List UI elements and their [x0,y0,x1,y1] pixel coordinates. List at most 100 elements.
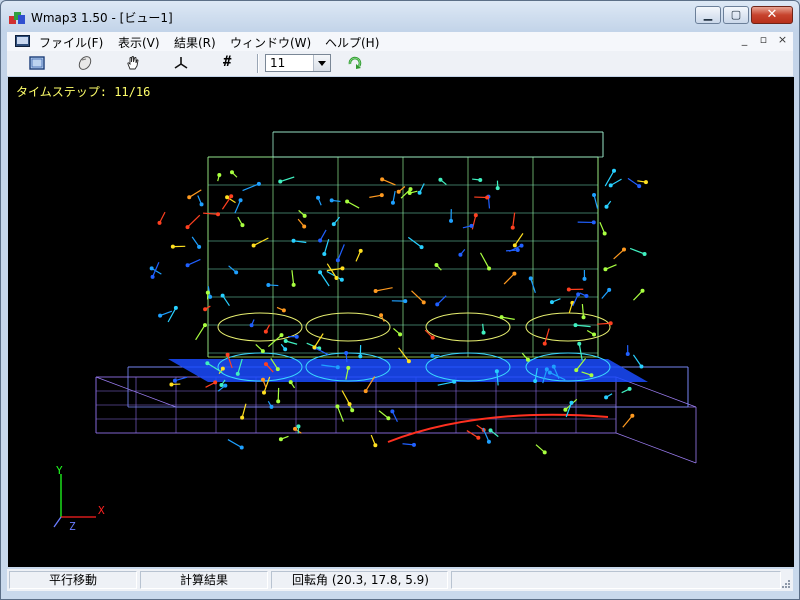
velocity-vector-head [205,290,210,295]
mdi-close-button[interactable]: × [774,33,791,48]
velocity-vector [187,214,201,228]
velocity-vector-head [602,231,607,236]
velocity-vector-head [591,220,596,225]
velocity-vector-head [344,351,349,356]
3d-viewport[interactable]: タイムステップ: 11/16 Y X Z [8,77,794,567]
menu-window[interactable]: ウィンドウ(W) [230,34,311,51]
velocity-vector [514,233,524,246]
velocity-vector-head [302,224,307,229]
velocity-vector-head [637,184,642,189]
menu-file[interactable]: ファイル(F) [39,34,103,51]
status-empty [451,571,781,589]
minimize-button[interactable]: ▁ [695,6,721,24]
mdi-minimize-button[interactable]: _ [736,33,753,48]
velocity-vector-head [235,371,240,376]
velocity-vector-head [582,276,587,281]
velocity-vector-head [350,408,355,413]
velocity-vector-head [358,248,363,253]
velocity-vector-head [592,193,597,198]
timestep-select[interactable]: 11 [265,54,331,72]
velocity-vector-head [419,245,424,250]
velocity-vector-head [430,335,435,340]
velocity-vector-head [621,247,626,252]
velocity-vector [503,273,515,285]
velocity-vector [471,215,477,230]
velocity-vector-head [291,282,296,287]
velocity-vector-head [478,178,483,183]
velocity-vector-head [639,364,644,369]
velocity-vector-head [208,294,213,299]
velocity-vector-head [347,402,352,407]
velocity-vector-head [169,382,174,387]
refresh-button[interactable] [343,53,367,74]
velocity-vector [241,403,247,418]
velocity-vector [227,439,243,449]
hand-pan-icon [127,56,139,70]
velocity-vector-head [264,362,269,367]
rotate-button[interactable] [73,53,97,74]
velocity-vector-head [390,200,395,205]
velocity-vector-head [158,313,163,318]
pan-button[interactable] [121,53,145,74]
axis-y-label: Y [56,464,63,477]
velocity-vector [466,430,479,439]
velocity-vector [314,347,329,356]
velocity-vector-head [288,380,293,385]
document-window-icon[interactable] [15,35,30,47]
velocity-vector-head [213,380,218,385]
close-button[interactable]: ✕ [751,6,793,24]
velocity-vector-head [335,365,340,370]
velocity-vector-head [576,292,581,297]
velocity-vector [627,177,640,187]
chevron-down-icon[interactable] [313,55,330,71]
velocity-vector-head [229,194,234,199]
close-icon: ✕ [766,7,778,22]
velocity-vector-head [335,258,340,263]
velocity-vector-head [318,238,323,243]
velocity-vector-head [229,170,234,175]
menu-view[interactable]: 表示(V) [118,34,160,51]
velocity-vector-head [452,379,457,384]
status-rotation: 回転角 (20.3, 17.8, 5.9) [271,571,448,589]
window-title: Wmap3 1.50 - [ビュー1] [31,11,173,25]
velocity-vector-head [551,364,556,369]
menu-help[interactable]: ヘルプ(H) [325,34,379,51]
velocity-vector-head [495,186,500,191]
cylinder-outline [305,312,391,342]
velocity-vector-head [407,191,412,196]
velocity-vector-head [627,386,632,391]
maximize-button[interactable]: ▢ [723,6,749,24]
title-bar[interactable]: Wmap3 1.50 - [ビュー1] ▁ ▢ ✕ [1,1,799,31]
velocity-vector [337,244,345,261]
velocity-vector [632,354,642,367]
velocity-vector [187,258,201,266]
mdi-restore-button[interactable]: ▫ [755,33,772,48]
velocity-vector-head [199,202,204,207]
velocity-vector-head [185,263,190,268]
grid-button[interactable]: # [217,53,241,74]
fit-view-button[interactable] [25,53,49,74]
velocity-vector-head [611,168,616,173]
velocity-vector-head [302,213,307,218]
velocity-vector [375,287,393,292]
status-result: 計算結果 [140,571,268,589]
velocity-vector-head [625,351,630,356]
velocity-vector-head [262,390,267,395]
velocity-vector-head [589,373,594,378]
velocity-vector-head [173,305,178,310]
resize-grip-icon[interactable] [779,577,791,589]
axes-button[interactable] [169,53,193,74]
velocity-vector-head [363,389,368,394]
velocity-vector-head [318,270,323,275]
velocity-vector-head [238,198,243,203]
velocity-vector [291,270,295,285]
menu-results[interactable]: 結果(R) [174,34,216,51]
velocity-vector-head [604,204,609,209]
velocity-vector-head [499,315,504,320]
velocity-vector-head [544,367,549,372]
velocity-vector-head [542,341,547,346]
velocity-vector [346,201,360,209]
velocity-vector-head [485,195,490,200]
velocity-vector-head [417,190,422,195]
app-window: Wmap3 1.50 - [ビュー1] ▁ ▢ ✕ ファイル(F) 表示(V) … [0,0,800,600]
